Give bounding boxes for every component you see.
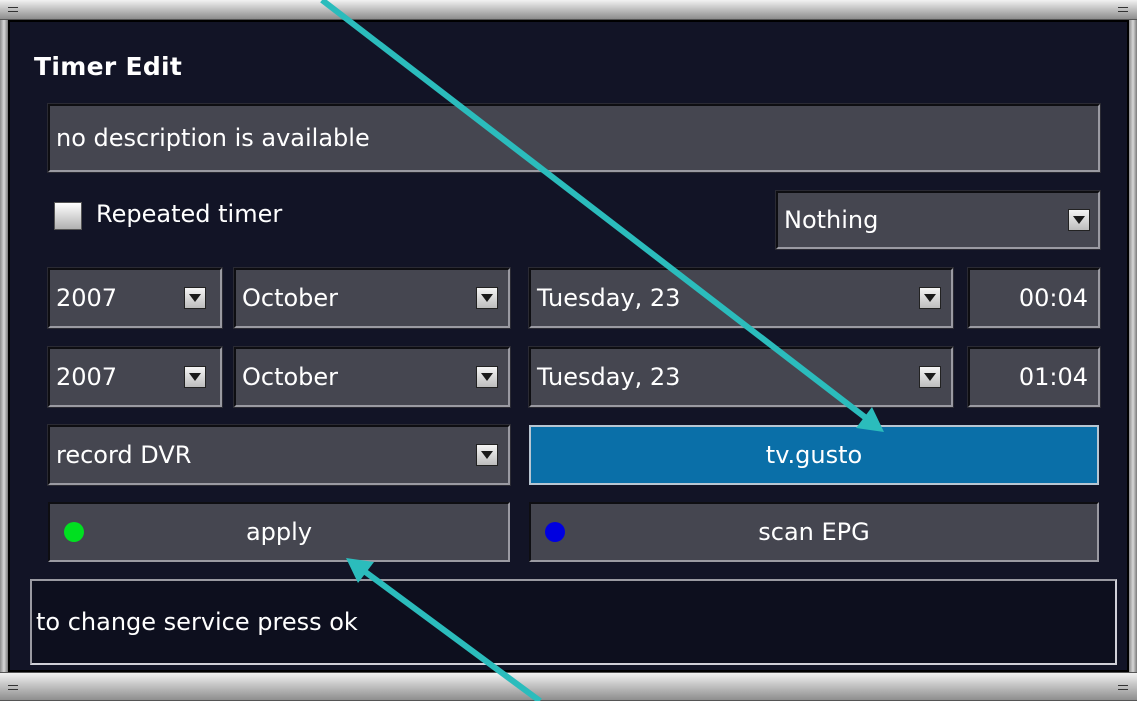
repeated-timer-checkbox[interactable] (54, 202, 82, 230)
window-top-bar (0, 0, 1137, 20)
start-time-value: 00:04 (1018, 284, 1088, 312)
chevron-down-icon[interactable] (184, 366, 206, 388)
scan-epg-button-label: scan EPG (758, 518, 870, 546)
end-month-select[interactable]: October (234, 347, 510, 407)
end-time-field[interactable]: 01:04 (968, 347, 1100, 407)
window-left-edge (0, 20, 8, 672)
end-day-select[interactable]: Tuesday, 23 (529, 347, 953, 407)
chevron-down-icon[interactable] (919, 366, 941, 388)
description-field[interactable]: no description is available (48, 104, 1100, 172)
timer-action-select[interactable]: record DVR (48, 425, 510, 485)
timer-action-value: record DVR (56, 441, 192, 469)
chevron-down-icon[interactable] (476, 444, 498, 466)
chevron-down-icon[interactable] (919, 287, 941, 309)
scan-epg-button[interactable]: scan EPG (529, 502, 1099, 562)
service-selector[interactable]: tv.gusto (529, 425, 1099, 485)
start-day-value: Tuesday, 23 (537, 284, 681, 312)
service-name: tv.gusto (765, 441, 863, 469)
end-year-select[interactable]: 2007 (48, 347, 222, 407)
window-bottom-bar (0, 672, 1137, 701)
apply-button-label: apply (245, 518, 313, 546)
apply-button[interactable]: apply (48, 502, 510, 562)
end-month-value: October (242, 363, 339, 391)
end-time-value: 01:04 (1018, 363, 1088, 391)
status-bar: to change service press ok (30, 579, 1117, 665)
after-event-value: Nothing (784, 206, 879, 234)
window-right-edge (1129, 20, 1137, 672)
start-time-field[interactable]: 00:04 (968, 268, 1100, 328)
chevron-down-icon[interactable] (476, 287, 498, 309)
start-day-select[interactable]: Tuesday, 23 (529, 268, 953, 328)
green-dot-icon (64, 522, 84, 542)
repeated-timer-label: Repeated timer (96, 200, 283, 228)
after-event-select[interactable]: Nothing (776, 191, 1100, 249)
description-text: no description is available (56, 124, 370, 152)
page-title: Timer Edit (34, 52, 183, 81)
start-year-select[interactable]: 2007 (48, 268, 222, 328)
status-text: to change service press ok (36, 608, 358, 636)
end-day-value: Tuesday, 23 (537, 363, 681, 391)
start-month-select[interactable]: October (234, 268, 510, 328)
chevron-down-icon[interactable] (476, 366, 498, 388)
blue-dot-icon (545, 522, 565, 542)
chevron-down-icon[interactable] (1068, 209, 1090, 231)
start-month-value: October (242, 284, 339, 312)
chevron-down-icon[interactable] (184, 287, 206, 309)
